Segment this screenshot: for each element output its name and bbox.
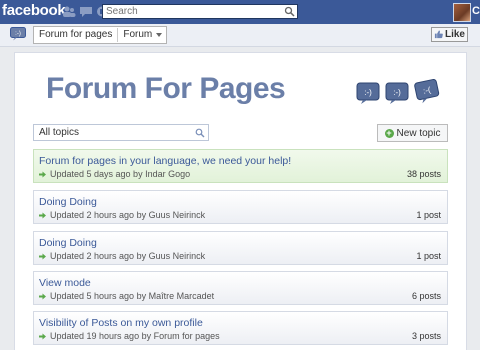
thumbs-up-icon (434, 30, 443, 39)
topic-meta: Updated 5 hours ago by Maître Marcadet (39, 291, 214, 301)
topic-meta-text: Updated 19 hours ago by Forum for pages (50, 331, 220, 341)
facebook-logo[interactable]: facebook (2, 2, 66, 19)
topic-row[interactable]: Visibility of Posts on my own profile Up… (33, 311, 448, 345)
topic-post-count: 1 post (416, 210, 441, 220)
page-icon[interactable]: :-) (10, 27, 26, 41)
new-topic-button[interactable]: + New topic (377, 124, 448, 142)
topic-row[interactable]: View mode Updated 5 hours ago by Maître … (33, 271, 448, 305)
avatar[interactable] (453, 3, 471, 22)
topic-meta: Updated 2 hours ago by Guus Neirinck (39, 251, 205, 261)
topic-filter-input[interactable]: All topics (33, 124, 209, 141)
topic-row[interactable]: Doing Doing Updated 2 hours ago by Guus … (33, 231, 448, 265)
svg-text::-): :-) (15, 31, 21, 37)
dropdown-caret-icon (156, 33, 163, 37)
speech-bubble-icon: :-) :-) :-( (356, 78, 444, 105)
topic-post-count: 1 post (416, 251, 441, 261)
breadcrumb: Forum for pages Forum (33, 26, 168, 44)
breadcrumb-page-link[interactable]: Forum for pages (34, 28, 119, 42)
updated-arrow-icon (39, 293, 46, 299)
topic-meta-text: Updated 5 hours ago by Maître Marcadet (50, 291, 215, 301)
topic-row[interactable]: Forum for pages in your language, we nee… (33, 149, 448, 183)
updated-arrow-icon (39, 253, 46, 259)
svg-text::-): :-) (393, 88, 401, 97)
like-button[interactable]: Like (431, 27, 468, 42)
topic-post-count: 38 posts (406, 169, 441, 179)
topic-post-count: 3 posts (411, 331, 441, 341)
topic-title-link[interactable]: Forum for pages in your language, we nee… (39, 155, 291, 167)
topic-meta-text: Updated 2 hours ago by Guus Neirinck (50, 251, 206, 261)
topic-title-link[interactable]: Doing Doing (39, 237, 97, 249)
new-topic-label: New topic (396, 127, 441, 139)
topic-title-link[interactable]: Visibility of Posts on my own profile (39, 317, 203, 329)
top-bar: facebook Cl (0, 0, 480, 25)
topic-title-link[interactable]: View mode (39, 277, 91, 289)
like-label: Like (444, 29, 465, 40)
search-box[interactable] (102, 4, 298, 19)
breadcrumb-section-dropdown[interactable]: Forum (118, 28, 166, 42)
topic-meta-text: Updated 2 hours ago by Guus Neirinck (50, 210, 206, 220)
search-input[interactable] (103, 5, 281, 18)
topic-row[interactable]: Doing Doing Updated 2 hours ago by Guus … (33, 190, 448, 224)
breadcrumb-section-label: Forum (123, 29, 153, 40)
search-icon[interactable] (284, 6, 295, 17)
updated-arrow-icon (39, 171, 46, 177)
topic-title-link[interactable]: Doing Doing (39, 196, 97, 208)
username-link[interactable]: Cl (472, 5, 480, 17)
updated-arrow-icon (39, 212, 46, 218)
svg-text::-): :-) (364, 88, 372, 97)
topic-meta: Updated 2 hours ago by Guus Neirinck (39, 210, 205, 220)
messages-icon[interactable] (79, 5, 93, 18)
page-title: Forum For Pages (46, 72, 286, 105)
search-icon[interactable] (195, 128, 205, 138)
topic-meta: Updated 5 days ago by Indar Gogo (39, 169, 190, 179)
friend-requests-icon[interactable] (62, 5, 76, 18)
topic-filter-value: All topics (39, 127, 80, 138)
topic-post-count: 6 posts (411, 291, 441, 301)
updated-arrow-icon (39, 333, 46, 339)
topic-meta: Updated 19 hours ago by Forum for pages (39, 331, 220, 341)
add-icon: + (384, 127, 394, 138)
topic-meta-text: Updated 5 days ago by Indar Gogo (50, 169, 191, 179)
